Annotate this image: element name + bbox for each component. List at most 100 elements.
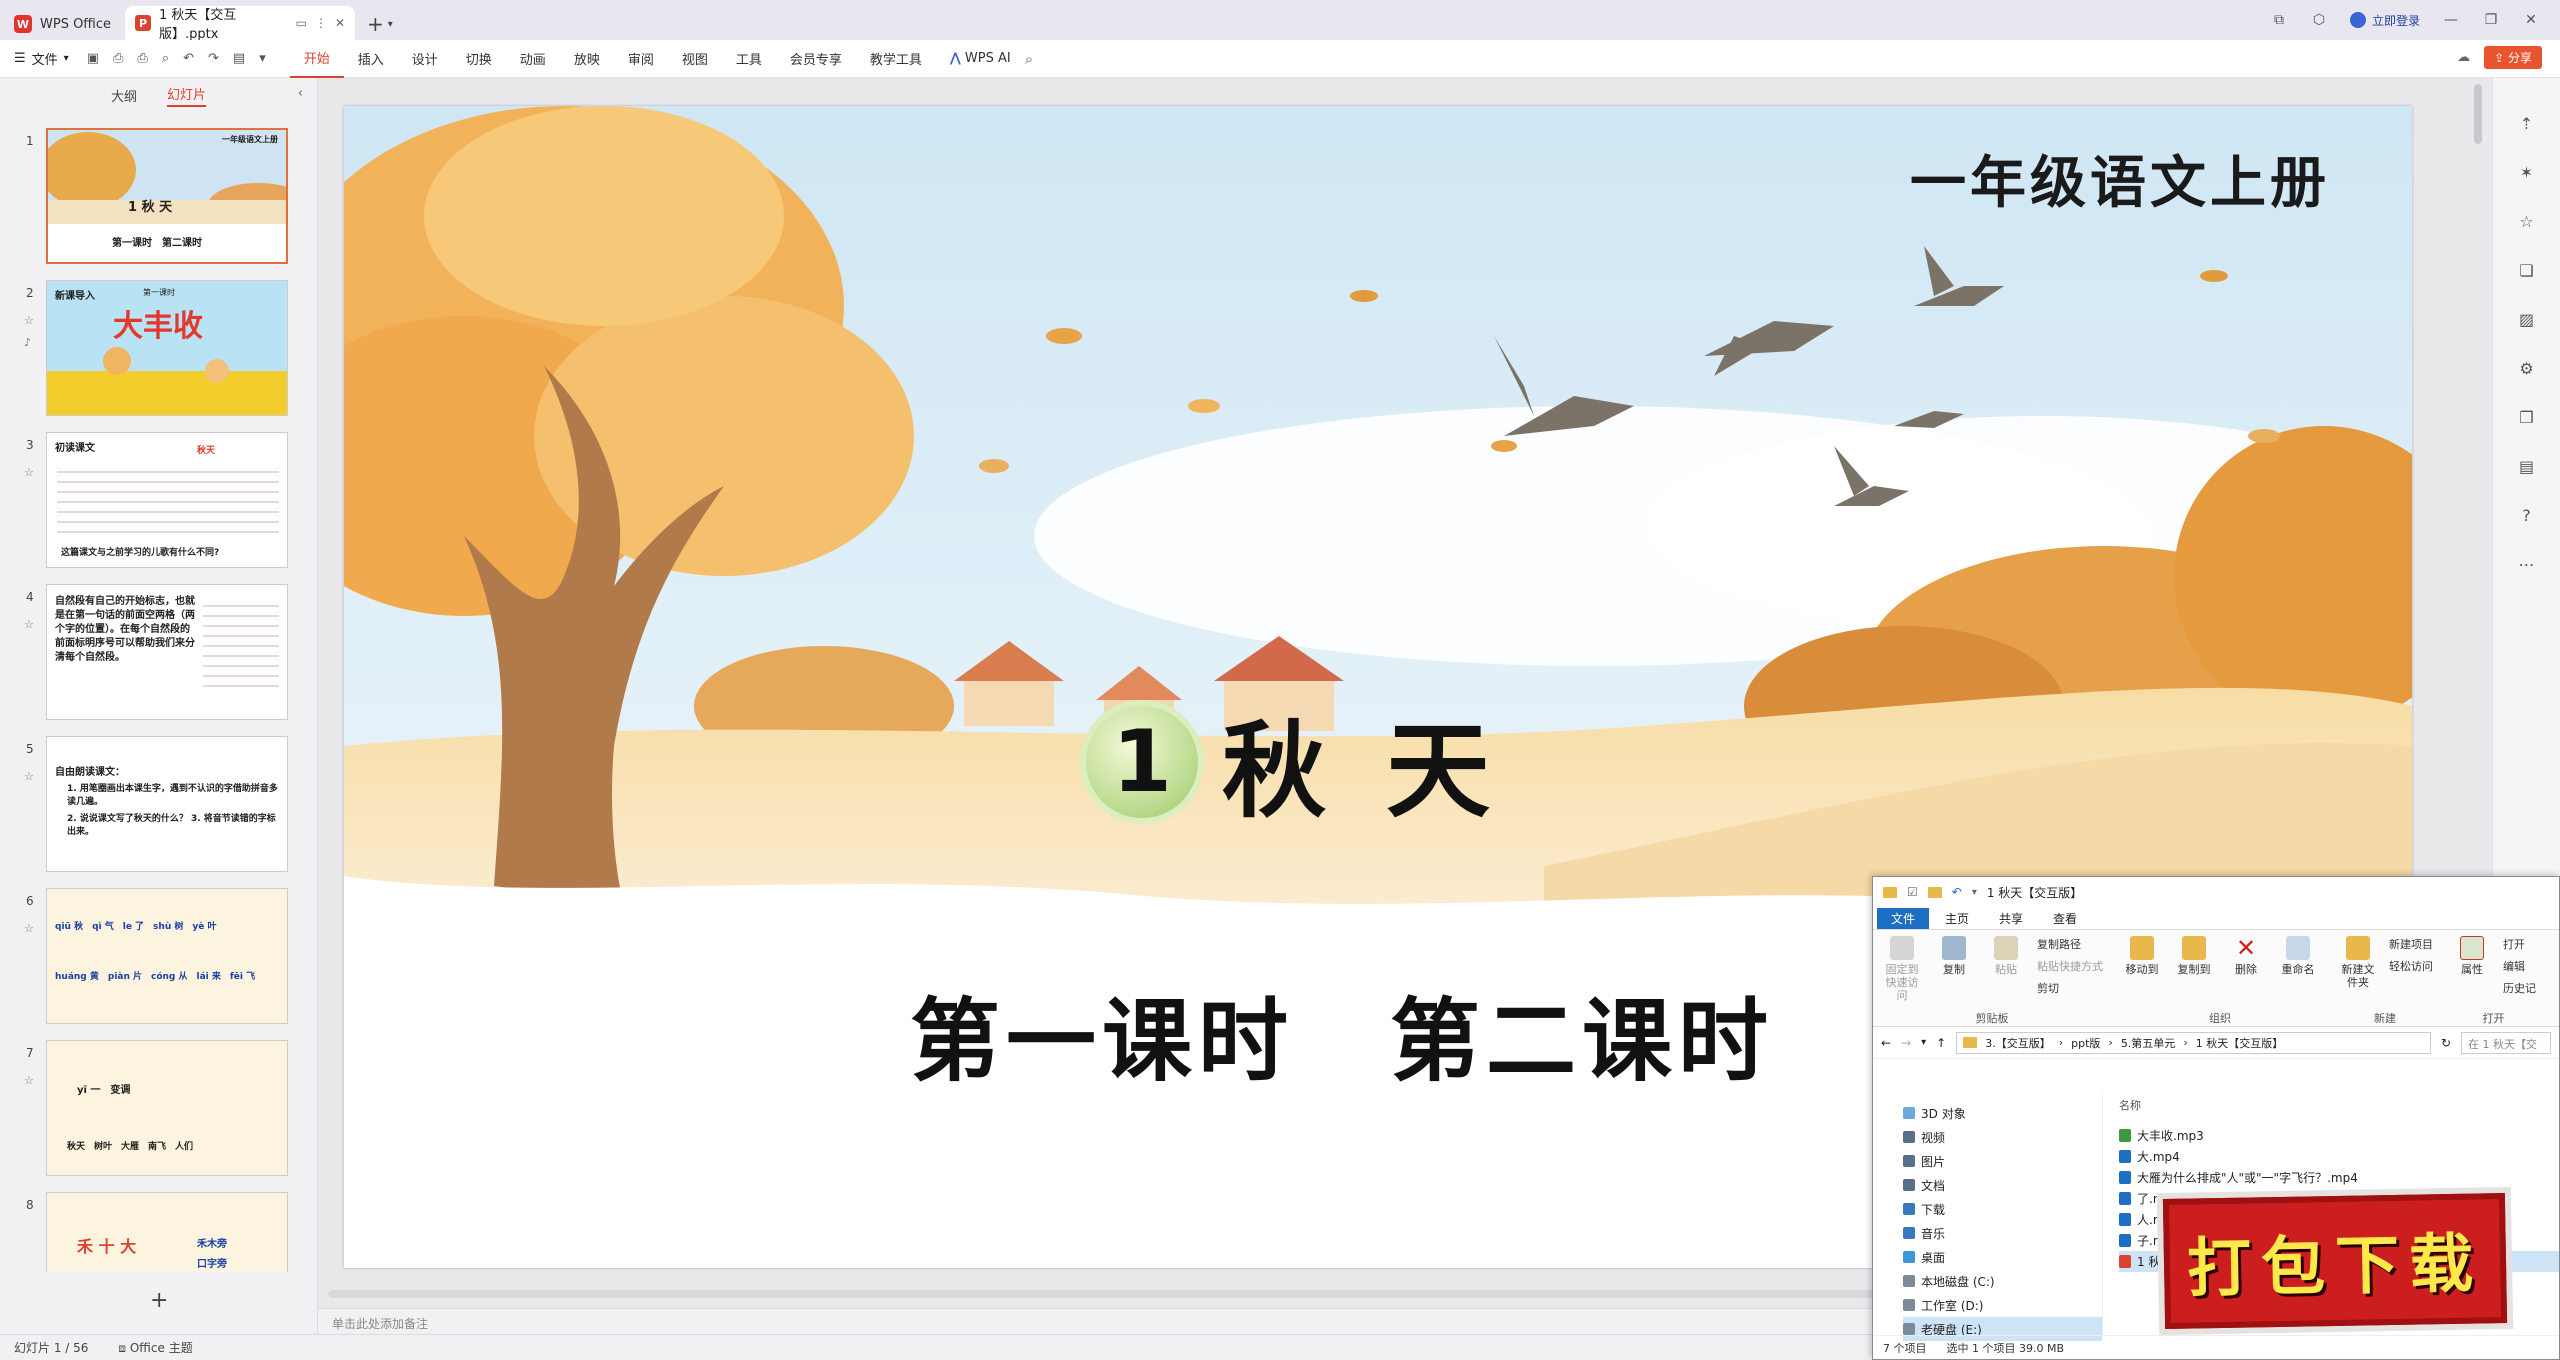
arrow-up-icon[interactable]: ⇡ [2520,114,2533,133]
nav-item-music[interactable]: 音乐 [1903,1221,2102,1245]
menu-animation[interactable]: 动画 [506,40,560,78]
nav-item-documents[interactable]: 文档 [1903,1173,2102,1197]
slide-thumbnail[interactable]: 禾 十 大 禾木旁 口字旁 [46,1192,288,1272]
checkbox-icon[interactable]: ☑ [1907,885,1918,899]
preview-icon[interactable]: ⌕ [162,51,169,66]
cloud-icon[interactable]: ☁ [2457,50,2470,65]
new-item-button[interactable]: 新建项目 [2389,936,2433,952]
easy-access-button[interactable]: 轻松访问 [2389,958,2433,974]
cube-icon[interactable]: ⬡ [2310,12,2328,28]
wps-home-tab[interactable]: W WPS Office [0,8,125,40]
slide-thumbnail[interactable]: 初读课文 秋天 这篇课文与之前学习的儿歌有什么不同? [46,432,288,568]
slide-thumbnail-row[interactable]: 7 ☆ yī 一 变调 秋天 树叶 大雁 南飞 人们 [0,1040,300,1180]
star-icon[interactable]: ☆ [2519,212,2533,231]
save-icon[interactable]: ▣ [87,51,99,66]
slide-thumbnail[interactable]: 一年级语文上册 1 秋 天 第一课时 第二课时 [46,128,288,264]
slide-thumbnail-row[interactable]: 3 ☆ 初读课文 秋天 这篇课文与之前学习的儿歌有什么不同? [0,432,300,572]
restore-icon[interactable]: ❐ [2482,12,2500,28]
search-icon[interactable]: ⌕ [1025,50,1033,68]
slide-thumbnail[interactable]: qiū 秋 qì 气 le 了 shù 树 yè 叶 huáng 黄 piàn … [46,888,288,1024]
refresh-icon[interactable]: ↻ [2441,1036,2451,1050]
theme-status[interactable]: ⧈ Office 主题 [118,1339,192,1356]
close-tab-icon[interactable]: ✕ [335,16,345,30]
tab-home[interactable]: 主页 [1931,908,1983,929]
bookmark-icon[interactable]: ❒ [2519,408,2533,427]
document-tab[interactable]: P 1 秋天【交互版】.pptx ▭ ⋮ ✕ [125,6,356,42]
redo-icon[interactable]: ↷ [208,51,219,66]
undo-icon[interactable]: ↶ [1952,885,1962,899]
add-slide-button[interactable]: + [150,1288,168,1313]
slide-thumbnail-row[interactable]: 6 ☆ qiū 秋 qì 气 le 了 shù 树 yè 叶 huáng 黄 p… [0,888,300,1028]
nav-item-drive-c[interactable]: 本地磁盘 (C:) [1903,1269,2102,1293]
help-icon[interactable]: ? [2522,506,2531,525]
file-item[interactable]: 大丰收.mp3 [2119,1125,2559,1146]
more-icon[interactable]: ▾ [259,51,266,66]
slide-thumbnail-row[interactable]: 2 ☆ ♪ 新课导入 第一课时 大丰收 [0,280,300,420]
horizontal-scrollbar[interactable] [328,1290,1928,1298]
paste-shortcut-button[interactable]: 粘贴快捷方式 [2037,958,2103,974]
back-arrow-icon[interactable]: ← [1881,1036,1891,1050]
tab-outline[interactable]: 大纲 [111,86,137,105]
forward-arrow-icon[interactable]: → [1901,1036,1911,1050]
lesson-title[interactable]: 秋天 [1222,686,1550,837]
chevron-down-icon[interactable]: ▾ [1921,1037,1926,1048]
lesson-number-badge[interactable]: 1 [1080,700,1204,824]
slide-thumbnail[interactable]: 新课导入 第一课时 大丰收 [46,280,288,416]
folder-icon[interactable] [1927,886,1942,898]
layers-icon[interactable]: ▤ [2519,457,2534,476]
slide-subject-title[interactable]: 一年级语文上册 [1910,138,2330,219]
copy-icon[interactable]: ❏ [2519,261,2533,280]
paste-button[interactable]: 粘贴 [1985,936,2027,976]
explorer-search-input[interactable]: 在 1 秋天【交 [2461,1031,2551,1054]
format-icon[interactable]: ▤ [233,51,245,66]
copy-to-button[interactable]: 复制到 [2173,936,2215,976]
file-menu[interactable]: ☰ 文件 ▾ [14,49,69,68]
menu-review[interactable]: 审阅 [614,40,668,78]
cut-button[interactable]: 剪切 [2037,980,2103,996]
slide-thumbnail-row[interactable]: 5 ☆ 自由朗读课文： 1. 用笔圈画出本课生字，遇到不认识的字借助拼音多读几遍… [0,736,300,876]
history-button[interactable]: 历史记 [2503,980,2536,996]
vertical-scrollbar[interactable] [2474,84,2482,144]
download-package-banner[interactable]: 打包下载 [2162,1193,2508,1329]
undo-icon[interactable]: ↶ [183,51,194,66]
slide-thumbnail-row[interactable]: 1 一年级语文上册 1 秋 天 第一课时 第二课时 [0,128,300,268]
print-icon[interactable]: ⎙ [137,51,147,66]
rename-button[interactable]: 重命名 [2277,936,2319,976]
copy-button[interactable]: 复制 [1933,936,1975,976]
nav-item-videos[interactable]: 视频 [1903,1125,2102,1149]
notes-pane[interactable]: 单击此处添加备注 [318,1308,1878,1334]
tab-file[interactable]: 文件 [1877,907,1930,929]
menu-slideshow[interactable]: 放映 [560,40,614,78]
close-window-icon[interactable]: ✕ [2522,12,2540,28]
edit-button[interactable]: 编辑 [2503,958,2536,974]
breadcrumb-segment[interactable]: 3.【交互版】 [1985,1035,2051,1051]
wps-ai-button[interactable]: ⋀ WPS AI [936,51,1025,66]
breadcrumb-segment[interactable]: 5.第五单元 [2121,1035,2176,1051]
menu-design[interactable]: 设计 [398,40,452,78]
minimize-icon[interactable]: — [2442,12,2460,28]
lesson-periods[interactable]: 第一课时 第二课时 [910,968,1774,1098]
open-button[interactable]: 打开 [2503,936,2536,952]
tab-more-icon[interactable]: ⋮ [315,16,327,30]
copy-path-button[interactable]: 复制路径 [2037,936,2103,952]
menu-member[interactable]: 会员专享 [776,40,856,78]
slide-thumbnail[interactable]: yī 一 变调 秋天 树叶 大雁 南飞 人们 [46,1040,288,1176]
tab-share[interactable]: 共享 [1985,908,2037,929]
nav-item-drive-d[interactable]: 工作室 (D:) [1903,1293,2102,1317]
export-icon[interactable]: ⎙ [113,51,123,66]
screen-icon[interactable]: ▭ [296,16,307,30]
chevron-down-icon[interactable]: ▾ [388,19,393,30]
login-button[interactable]: 立即登录 [2349,12,2420,29]
picture-icon[interactable]: ▨ [2519,310,2534,329]
slide-thumbnail-row[interactable]: 8 禾 十 大 禾木旁 口字旁 [0,1192,300,1272]
magic-icon[interactable]: ✶ [2520,163,2533,182]
menu-teaching-tools[interactable]: 教学工具 [856,40,936,78]
menu-view[interactable]: 视图 [668,40,722,78]
nav-item-downloads[interactable]: 下载 [1903,1197,2102,1221]
slide-thumbnail[interactable]: 自然段有自己的开始标志，也就是在第一句话的前面空两格（两个字的位置）。在每个自然… [46,584,288,720]
new-folder-button[interactable]: 新建文件夹 [2337,936,2379,989]
properties-button[interactable]: 属性 [2451,936,2493,976]
slide-thumbnail[interactable]: 自由朗读课文： 1. 用笔圈画出本课生字，遇到不认识的字借助拼音多读几遍。 2.… [46,736,288,872]
move-to-button[interactable]: 移动到 [2121,936,2163,976]
menu-home[interactable]: 开始 [289,40,344,78]
